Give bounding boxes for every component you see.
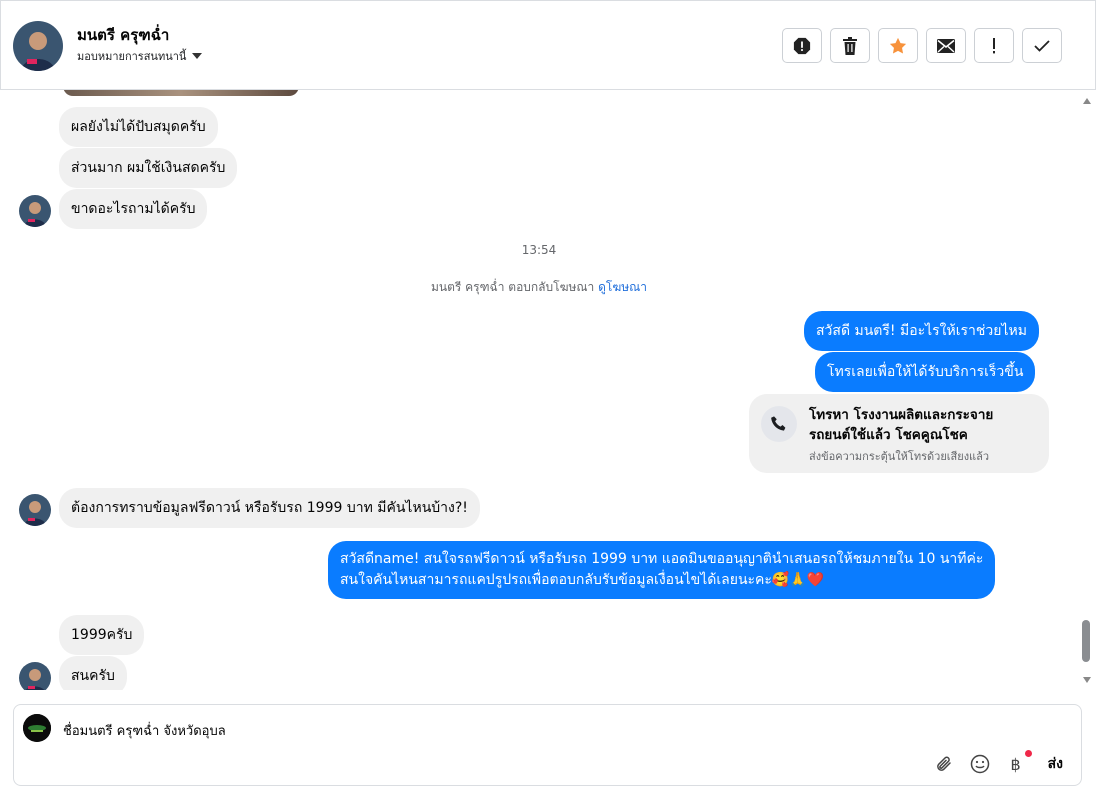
star-icon xyxy=(889,37,907,53)
mark-unread-button[interactable] xyxy=(926,28,966,63)
check-icon xyxy=(1034,39,1050,52)
assign-conversation-dropdown[interactable]: มอบหมายการสนทนานี้ xyxy=(77,47,203,65)
notification-dot xyxy=(1024,750,1032,757)
incoming-message[interactable]: ส่วนมาก ผมใช้เงินสดครับ xyxy=(59,148,238,188)
composer-input[interactable]: ชื่อมนตรี ครุฑฉ่ำ จังหวัดอุบล xyxy=(63,720,226,741)
phone-icon xyxy=(761,406,797,442)
baht-icon: ฿ xyxy=(1010,754,1021,774)
send-button[interactable]: ส่ง xyxy=(1048,753,1063,775)
call-request-card[interactable]: โทรหา โรงงานผลิตและกระจายรถยนต์ใช้แล้ว โ… xyxy=(749,394,1049,473)
star-button[interactable] xyxy=(878,28,918,63)
incoming-message[interactable]: ผลยังไม่ได้ปับสมุดครับ xyxy=(59,107,218,147)
header-actions xyxy=(782,28,1062,63)
attach-button[interactable] xyxy=(934,754,954,774)
contact-avatar-small xyxy=(19,195,51,227)
delete-button[interactable] xyxy=(830,28,870,63)
caret-down-icon xyxy=(192,53,203,59)
paperclip-icon xyxy=(936,756,951,771)
smiley-icon xyxy=(970,754,989,774)
thread-scrollbar[interactable] xyxy=(1078,90,1096,690)
incoming-message[interactable]: ขาดอะไรถามได้ครับ xyxy=(59,189,208,229)
mark-done-button[interactable] xyxy=(1022,28,1062,63)
page-avatar xyxy=(23,714,51,742)
message-thread[interactable]: ผลยังไม่ได้ปับสมุดครับ ส่วนมาก ผมใช้เงิน… xyxy=(0,90,1078,690)
alert-icon xyxy=(793,37,811,54)
incoming-message[interactable]: สนครับ xyxy=(59,656,127,690)
composer-toolbar: ฿ ส่ง xyxy=(934,750,1063,775)
contact-avatar-small xyxy=(19,662,51,690)
scrollbar-thumb[interactable] xyxy=(1082,620,1090,662)
assign-label: มอบหมายการสนทนานี้ xyxy=(77,50,187,63)
scroll-up-arrow-icon[interactable] xyxy=(1083,98,1091,104)
ad-reply-text: มนตรี ครุฑฉ่ำ ตอบกลับโฆษณา xyxy=(430,280,595,294)
ad-reply-notice: มนตรี ครุฑฉ่ำ ตอบกลับโฆษณา ดูโฆษณา xyxy=(0,278,1078,297)
mail-icon xyxy=(937,38,955,53)
view-ad-link[interactable]: ดูโฆษณา xyxy=(598,280,647,294)
emoji-button[interactable] xyxy=(970,754,990,774)
message-composer[interactable]: ชื่อมนตรี ครุฑฉ่ำ จังหวัดอุบล ฿ ส่ง xyxy=(13,704,1082,786)
exclamation-icon xyxy=(993,37,995,53)
conversation-header: มนตรี ครุฑฉ่ำ มอบหมายการสนทนานี้ xyxy=(0,0,1096,90)
payment-button[interactable]: ฿ xyxy=(1006,750,1032,774)
image-attachment[interactable] xyxy=(63,90,299,96)
outgoing-message[interactable]: สวัสดี มนตรี! มีอะไรให้เราช่วยไหม xyxy=(804,311,1039,351)
outgoing-message[interactable]: โทรเลยเพื่อให้ได้รับบริการเร็วขึ้น xyxy=(815,352,1036,392)
incoming-message[interactable]: 1999ครับ xyxy=(59,615,145,655)
call-card-subtitle: ส่งข้อความกระตุ้นให้โทรด้วยเสียงแล้ว xyxy=(809,450,990,463)
message-timestamp: 13:54 xyxy=(521,243,557,257)
scroll-down-arrow-icon[interactable] xyxy=(1083,677,1091,683)
mark-spam-button[interactable] xyxy=(782,28,822,63)
outgoing-message-line: สวัสดีname! สนใจรถฟรีดาวน์ หรือรับรถ 199… xyxy=(340,551,984,567)
outgoing-message-line: สนใจคันไหนสามารถแคปรูปรถเพื่อตอบกลับรับข… xyxy=(340,572,825,588)
incoming-message[interactable]: ต้องการทราบข้อมูลฟรีดาวน์ หรือรับรถ 1999… xyxy=(59,488,480,528)
contact-avatar-small xyxy=(19,494,51,526)
contact-name: มนตรี ครุฑฉ่ำ xyxy=(77,26,170,44)
trash-icon xyxy=(843,36,857,55)
contact-avatar[interactable] xyxy=(13,21,63,71)
call-card-title: โทรหา โรงงานผลิตและกระจายรถยนต์ใช้แล้ว โ… xyxy=(809,407,994,443)
outgoing-message[interactable]: สวัสดีname! สนใจรถฟรีดาวน์ หรือรับรถ 199… xyxy=(328,541,996,599)
follow-up-button[interactable] xyxy=(974,28,1014,63)
